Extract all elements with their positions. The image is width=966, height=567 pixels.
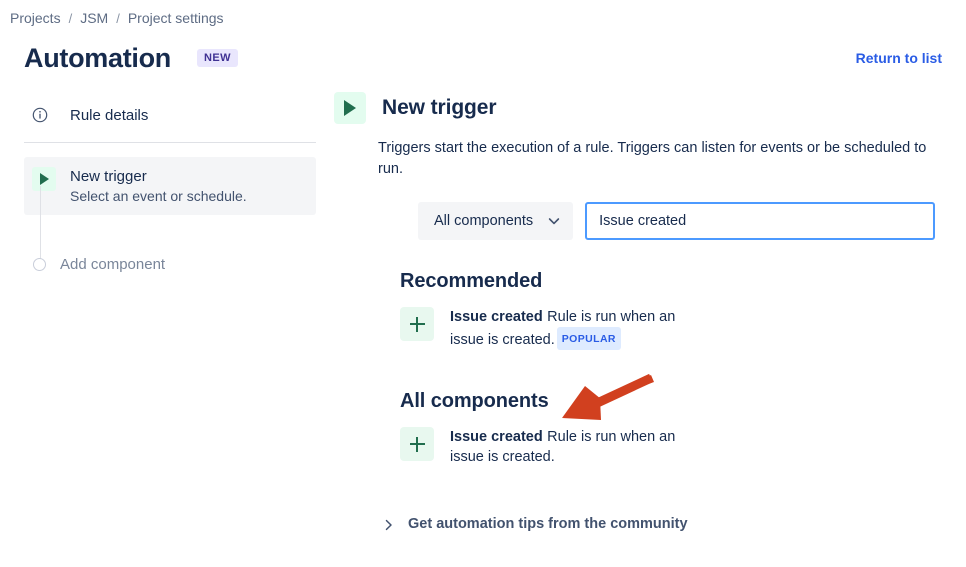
- section-title: Recommended: [400, 270, 946, 293]
- page-header: Automation NEW Return to list: [24, 40, 942, 76]
- breadcrumb-item-projects[interactable]: Projects: [10, 10, 61, 26]
- rail-item-rule-details[interactable]: Rule details: [24, 98, 316, 132]
- plus-icon: [400, 307, 434, 341]
- dropdown-selected-label: All components: [434, 213, 533, 229]
- rail-item-add-component[interactable]: Add component: [24, 256, 165, 273]
- component-name: Issue created: [450, 309, 543, 325]
- component-name: Issue created: [450, 429, 543, 445]
- rail-connector-line: [40, 186, 41, 262]
- info-icon: [32, 107, 48, 123]
- plus-icon: [400, 427, 434, 461]
- page-title: Automation: [24, 42, 171, 74]
- community-tips-label: Get automation tips from the community: [408, 516, 688, 532]
- section-recommended: Recommended Issue created Rule is run wh…: [400, 270, 946, 350]
- breadcrumb-separator: /: [116, 11, 120, 26]
- chevron-right-icon: [384, 518, 394, 530]
- rail-divider: [24, 142, 316, 143]
- rail-item-new-trigger[interactable]: New trigger Select an event or schedule.: [24, 157, 316, 215]
- section-all-components: All components Issue created Rule is run…: [400, 390, 946, 467]
- new-badge: NEW: [197, 49, 238, 67]
- play-icon: [334, 92, 366, 124]
- rule-rail: Rule details New trigger Select an event…: [24, 98, 316, 215]
- breadcrumb: Projects / JSM / Project settings: [10, 10, 224, 26]
- popular-badge: POPULAR: [557, 327, 621, 350]
- empty-circle-icon: [33, 258, 46, 271]
- return-to-list-link[interactable]: Return to list: [856, 50, 942, 66]
- section-title: All components: [400, 390, 946, 413]
- trigger-panel: New trigger Triggers start the execution…: [334, 92, 946, 467]
- panel-header: New trigger: [334, 92, 946, 124]
- rail-item-label: Rule details: [70, 107, 148, 124]
- search-input[interactable]: [585, 202, 935, 240]
- automation-page: Projects / JSM / Project settings Automa…: [0, 0, 966, 567]
- list-item[interactable]: Issue created Rule is run when an issue …: [400, 307, 946, 350]
- rail-step-title: New trigger: [70, 167, 247, 186]
- chevron-down-icon: [547, 214, 561, 228]
- play-icon: [32, 167, 56, 191]
- community-tips-link[interactable]: Get automation tips from the community: [384, 516, 688, 532]
- add-component-label: Add component: [60, 256, 165, 273]
- component-type-dropdown[interactable]: All components: [418, 202, 573, 240]
- list-item[interactable]: Issue created Rule is run when an issue …: [400, 427, 946, 467]
- panel-title: New trigger: [382, 96, 496, 120]
- rail-step-subtitle: Select an event or schedule.: [70, 187, 247, 205]
- breadcrumb-item-project-settings[interactable]: Project settings: [128, 10, 224, 26]
- panel-description: Triggers start the execution of a rule. …: [378, 138, 940, 180]
- breadcrumb-item-jsm[interactable]: JSM: [80, 10, 108, 26]
- component-search-row: All components: [418, 202, 946, 240]
- breadcrumb-separator: /: [69, 11, 73, 26]
